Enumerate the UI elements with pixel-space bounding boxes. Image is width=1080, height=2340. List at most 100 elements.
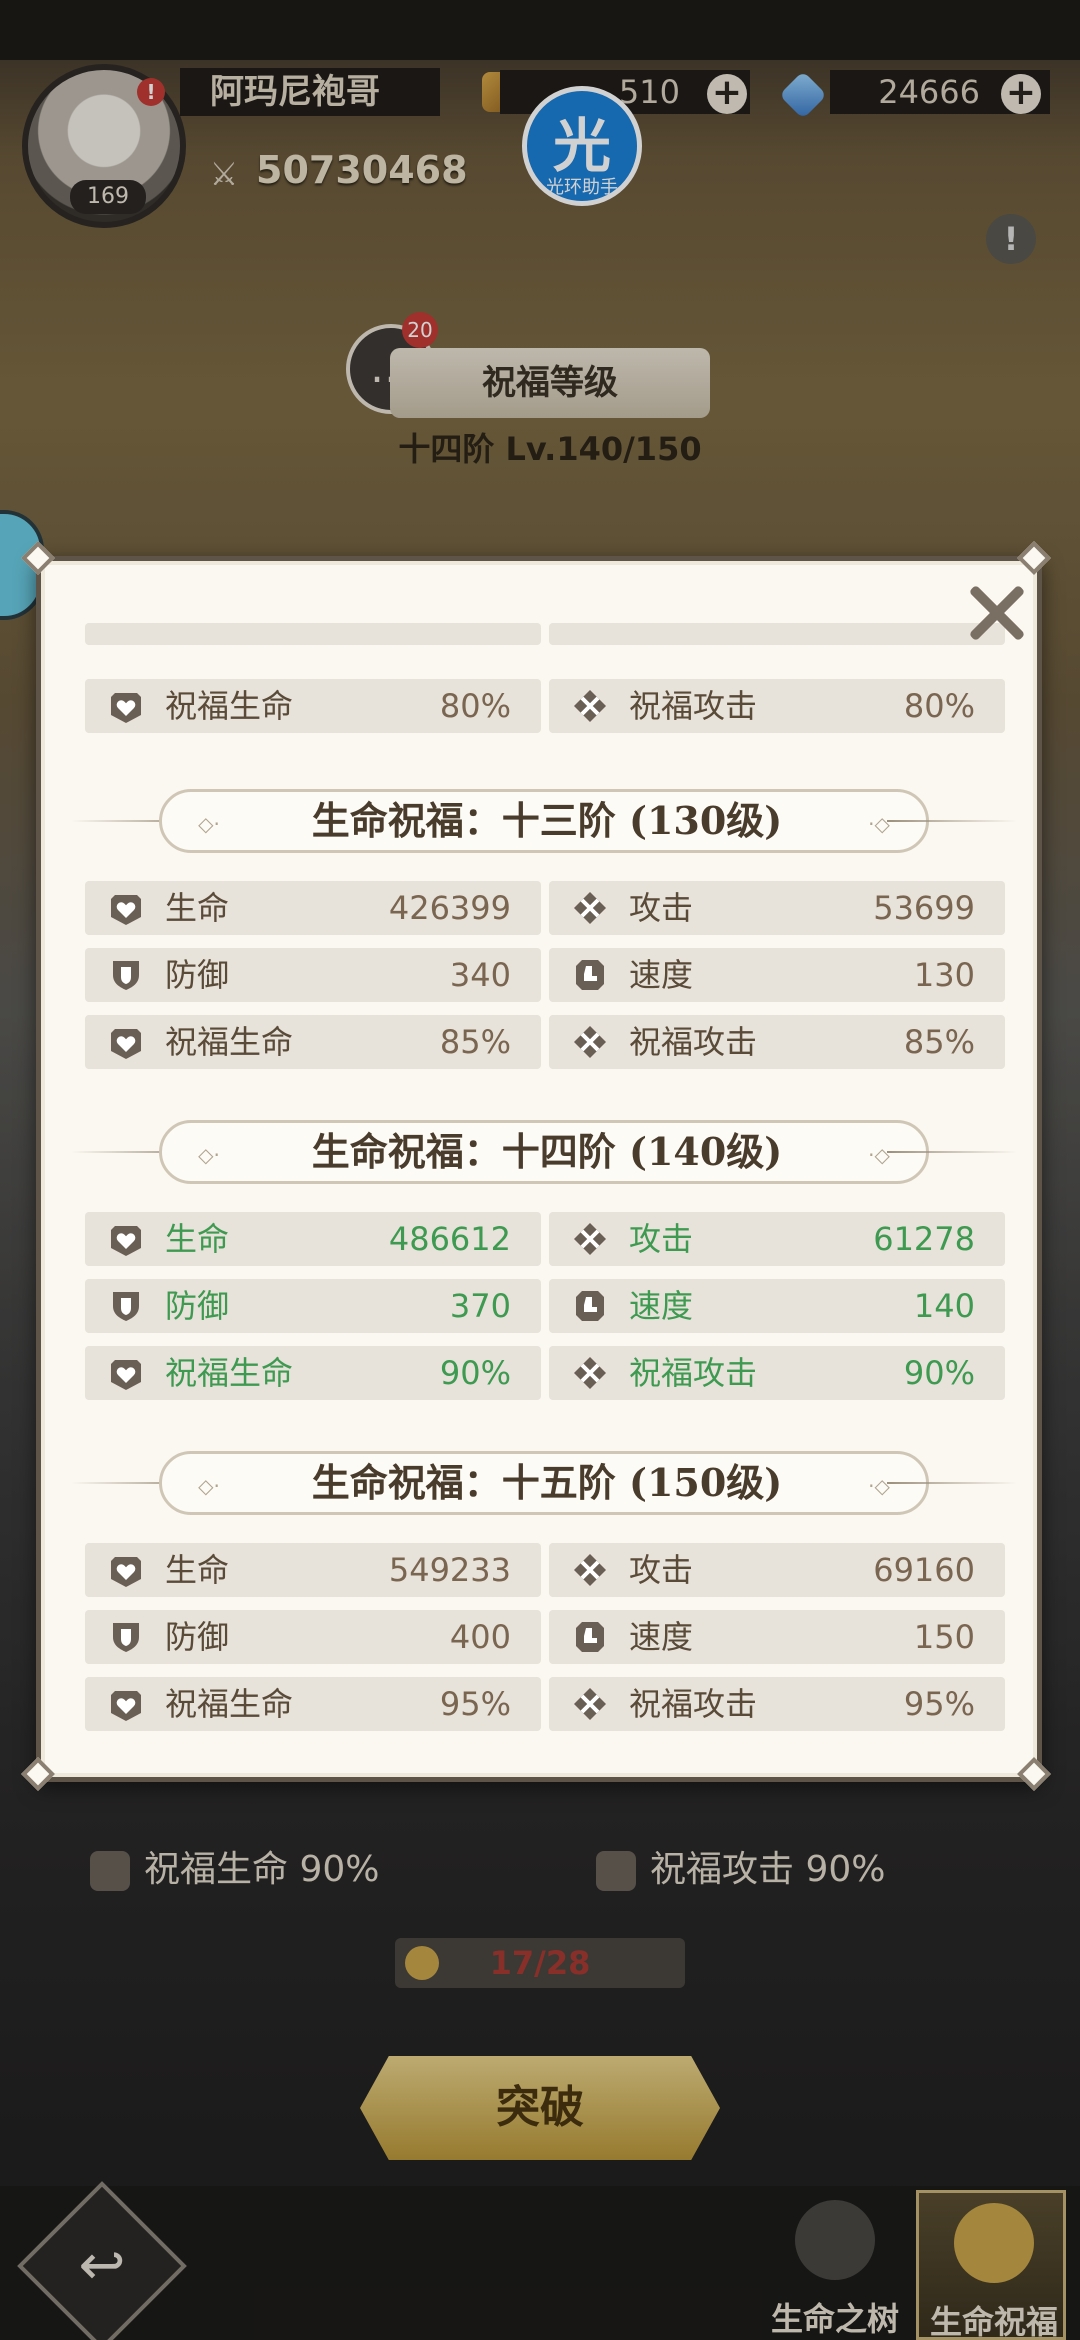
stat-row: 攻击 69160: [549, 1543, 1005, 1597]
tier-title: 生命祝福：十三阶 (130级): [311, 798, 783, 843]
stat-name: 祝福攻击: [629, 1023, 758, 1061]
stat-name: 速度: [629, 956, 694, 994]
tier-divider-line: [887, 1151, 1017, 1153]
stat-name: 祝福生命: [165, 1023, 294, 1061]
stat-value: 90%: [439, 1354, 511, 1392]
stat-row: 祝福生命 80%: [85, 679, 541, 733]
stat-row: 速度 140: [549, 1279, 1005, 1333]
stat-row: 祝福攻击 85%: [549, 1015, 1005, 1069]
stat-value: 130: [913, 956, 975, 994]
ornament-icon: ·◇: [868, 1143, 890, 1167]
shield-icon: [109, 1289, 143, 1323]
ornament-icon: ·◇: [868, 812, 890, 836]
tier-title: 生命祝福：十四阶 (140级): [311, 1129, 783, 1174]
stat-value: 90%: [903, 1354, 975, 1392]
stat-value: 85%: [903, 1023, 975, 1061]
stat-name: 防御: [165, 1618, 230, 1656]
tier-title-frame: ◇· 生命祝福：十四阶 (140级) ·◇: [159, 1120, 929, 1184]
stat-value: 549233: [388, 1551, 511, 1589]
shield-icon: [109, 958, 143, 992]
crossed-swords-icon: [573, 689, 607, 723]
stat-value: 95%: [903, 1685, 975, 1723]
stat-name: 攻击: [629, 889, 694, 927]
stat-value: 85%: [439, 1023, 511, 1061]
stat-value: 61278: [873, 1220, 975, 1258]
ornament-icon: ·◇: [868, 1474, 890, 1498]
stat-name: 祝福生命: [165, 1685, 294, 1723]
stat-row: 祝福攻击 95%: [549, 1677, 1005, 1731]
shield-icon: [109, 1620, 143, 1654]
heart-icon: [109, 1356, 143, 1390]
stat-row: 祝福攻击 90%: [549, 1346, 1005, 1400]
stat-value: 426399: [388, 889, 511, 927]
boot-icon: [573, 958, 607, 992]
stat-row: 祝福攻击 80%: [549, 679, 1005, 733]
boot-icon: [573, 1289, 607, 1323]
boot-icon: [573, 1620, 607, 1654]
stat-row: 速度 150: [549, 1610, 1005, 1664]
crossed-swords-icon: [573, 1553, 607, 1587]
stat-value: 150: [913, 1618, 975, 1656]
stat-row: 防御 400: [85, 1610, 541, 1664]
crossed-swords-icon: [573, 1687, 607, 1721]
stat-value: 140: [913, 1287, 975, 1325]
stat-row: [549, 623, 1005, 645]
stat-name: 祝福攻击: [629, 1685, 758, 1723]
stat-name: 攻击: [629, 1220, 694, 1258]
stat-name: 防御: [165, 956, 230, 994]
heart-icon: [109, 1687, 143, 1721]
stat-name: 生命: [165, 889, 230, 927]
stat-row: 祝福生命 85%: [85, 1015, 541, 1069]
stat-value: 340: [449, 956, 511, 994]
stat-row: 防御 340: [85, 948, 541, 1002]
stat-row: 生命 426399: [85, 881, 541, 935]
stat-row: 生命 486612: [85, 1212, 541, 1266]
stat-row: 速度 130: [549, 948, 1005, 1002]
close-modal-button[interactable]: [964, 580, 1030, 646]
heart-icon: [109, 689, 143, 723]
stat-name: 攻击: [629, 1551, 694, 1589]
heart-icon: [109, 1025, 143, 1059]
tier-divider-line: [887, 1482, 1017, 1484]
tier-title-frame: ◇· 生命祝福：十五阶 (150级) ·◇: [159, 1451, 929, 1515]
stat-name: 祝福生命: [165, 687, 294, 725]
stat-value: 400: [449, 1618, 511, 1656]
tier-title: 生命祝福：十五阶 (150级): [311, 1460, 783, 1505]
stat-row: 攻击 53699: [549, 881, 1005, 935]
stat-name: 祝福攻击: [629, 1354, 758, 1392]
stat-value: 80%: [903, 687, 975, 725]
stat-row: 攻击 61278: [549, 1212, 1005, 1266]
stat-name: 速度: [629, 1287, 694, 1325]
crossed-swords-icon: [573, 1025, 607, 1059]
stat-row: 生命 549233: [85, 1543, 541, 1597]
stat-name: 祝福生命: [165, 1354, 294, 1392]
tier-title-frame: ◇· 生命祝福：十三阶 (130级) ·◇: [159, 789, 929, 853]
stat-value: 53699: [873, 889, 975, 927]
stat-row: 祝福生命 95%: [85, 1677, 541, 1731]
tier-header: ◇· 生命祝福：十四阶 (140级) ·◇: [41, 1120, 1037, 1184]
stat-row: [85, 623, 541, 645]
stat-value: 486612: [388, 1220, 511, 1258]
stat-name: 生命: [165, 1551, 230, 1589]
stat-name: 祝福攻击: [629, 687, 758, 725]
heart-icon: [109, 1222, 143, 1256]
modal-scroll-area[interactable]: 祝福生命 80% 祝福攻击 80% ◇· 生命祝福：十三阶 (130级) ·◇ 生命 42639…: [41, 561, 1037, 1777]
stat-name: 防御: [165, 1287, 230, 1325]
crossed-swords-icon: [573, 891, 607, 925]
stat-row: 祝福生命 90%: [85, 1346, 541, 1400]
tier-header: ◇· 生命祝福：十三阶 (130级) ·◇: [41, 789, 1037, 853]
stat-name: 速度: [629, 1618, 694, 1656]
heart-icon: [109, 891, 143, 925]
stat-value: 69160: [873, 1551, 975, 1589]
tier-divider-line: [887, 820, 1017, 822]
crossed-swords-icon: [573, 1356, 607, 1390]
crossed-swords-icon: [573, 1222, 607, 1256]
stat-row: 防御 370: [85, 1279, 541, 1333]
blessing-tiers-modal: 祝福生命 80% 祝福攻击 80% ◇· 生命祝福：十三阶 (130级) ·◇ 生命 42639…: [36, 556, 1042, 1782]
heart-icon: [109, 1553, 143, 1587]
stat-value: 370: [449, 1287, 511, 1325]
tier-header: ◇· 生命祝福：十五阶 (150级) ·◇: [41, 1451, 1037, 1515]
stat-value: 80%: [439, 687, 511, 725]
stat-value: 95%: [439, 1685, 511, 1723]
stat-name: 生命: [165, 1220, 230, 1258]
